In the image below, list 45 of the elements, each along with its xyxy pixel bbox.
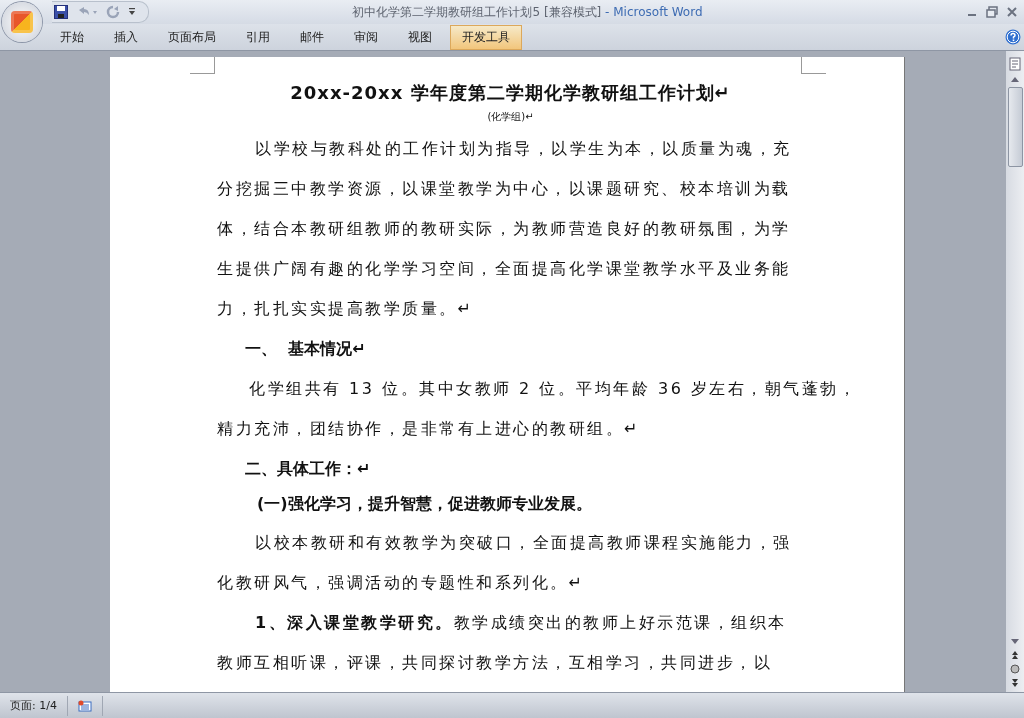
- paragraph-line: 化教研风气，强调活动的专题性和系列化。↵: [217, 573, 585, 592]
- margin-mark: [801, 57, 826, 74]
- paragraph-line: 1、深入课堂教学研究。教学成绩突出的教师上好示范课，组织本: [255, 613, 787, 632]
- ribbon-tab[interactable]: 视图: [396, 24, 444, 50]
- paragraph-line: 以校本教研和有效教学为突破口，全面提高教师课程实施能力，强: [255, 533, 792, 552]
- browse-object-icon[interactable]: [1010, 664, 1020, 674]
- ribbon-tab[interactable]: 页面布局: [156, 24, 228, 50]
- paragraph-line: 以学校与教科处的工作计划为指导，以学生为本，以质量为魂，充: [255, 139, 792, 158]
- paragraph-line: 化学组共有 13 位。其中女教师 2 位。平均年龄 36 岁左右，朝气蓬勃，: [249, 379, 858, 398]
- window-title: 初中化学第二学期教研组工作计划5 [兼容模式]: [352, 4, 603, 19]
- paragraph-line: 生提供广阔有趣的化学学习空间，全面提高化学课堂教学水平及业务能: [217, 259, 791, 278]
- help-icon[interactable]: [1005, 29, 1021, 45]
- close-icon[interactable]: [1006, 6, 1018, 18]
- page-count[interactable]: 页面: 1/4: [0, 695, 68, 716]
- section-heading: 二、具体工作：↵: [245, 459, 371, 478]
- section-heading: 一、 基本情况↵: [245, 339, 366, 358]
- ribbon-tab[interactable]: 开始: [48, 24, 96, 50]
- paragraph-line: 精力充沛，团结协作，是非常有上进心的教研组。↵: [217, 419, 640, 438]
- scroll-down-icon[interactable]: [1010, 638, 1020, 646]
- dropdown-icon[interactable]: [128, 7, 136, 17]
- logo-icon: [11, 11, 33, 33]
- paragraph-line: 体，结合本教研组教师的教研实际，为教师营造良好的教研氛围，为学: [217, 219, 791, 238]
- paragraph-line: 分挖掘三中教学资源，以课堂教学为中心，以课题研究、校本培训为载: [217, 179, 791, 198]
- previous-page-icon[interactable]: [1010, 650, 1020, 660]
- next-page-icon[interactable]: [1010, 678, 1020, 688]
- restore-icon[interactable]: [986, 6, 998, 18]
- margin-mark: [190, 57, 215, 74]
- section-subheading: (一)强化学习，提升智慧，促进教师专业发展。: [257, 494, 592, 513]
- app-name: - Microsoft Word: [605, 4, 703, 19]
- ribbon-tab[interactable]: 引用: [234, 24, 282, 50]
- ruler-icon[interactable]: [1009, 57, 1021, 71]
- scroll-thumb[interactable]: [1007, 87, 1023, 167]
- ribbon-tab[interactable]: 插入: [102, 24, 150, 50]
- office-button[interactable]: [2, 2, 42, 42]
- ribbon-tab[interactable]: 开发工具: [450, 24, 522, 50]
- scroll-up-icon[interactable]: [1010, 75, 1020, 83]
- document-title: 20xx-20xx 学年度第二学期化学教研组工作计划↵: [290, 82, 731, 103]
- scrollbar[interactable]: [1006, 51, 1024, 692]
- document-check-icon[interactable]: [77, 699, 92, 712]
- document-subtitle: (化学组)↵: [487, 111, 534, 122]
- paragraph-line: 教师互相听课，评课，共同探讨教学方法，互相学习，共同进步，以: [217, 653, 772, 672]
- ribbon-tab[interactable]: 审阅: [342, 24, 390, 50]
- paragraph-line: 力，扎扎实实提高教学质量。↵: [217, 299, 474, 318]
- ribbon-tab[interactable]: 邮件: [288, 24, 336, 50]
- save-icon[interactable]: [54, 5, 68, 19]
